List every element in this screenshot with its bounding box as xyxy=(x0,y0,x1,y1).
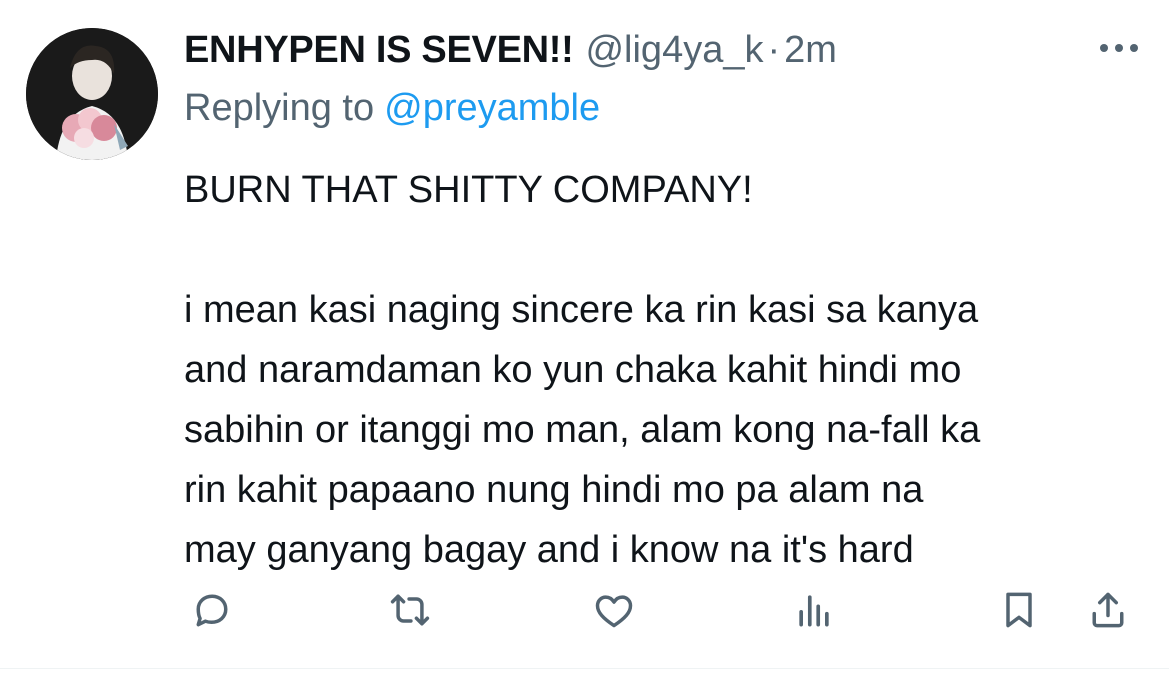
separator-dot: · xyxy=(767,29,781,71)
reply-button[interactable] xyxy=(184,582,240,638)
like-button[interactable] xyxy=(586,582,642,638)
views-button[interactable] xyxy=(786,582,842,638)
action-bar xyxy=(184,582,1144,638)
more-dots-icon xyxy=(1100,44,1138,52)
reply-mention-link[interactable]: @preyamble xyxy=(384,87,600,129)
divider xyxy=(0,668,1169,669)
tweet-line: and naramdaman ko yun chaka kahit hindi … xyxy=(184,349,962,391)
tweet[interactable]: ENHYPEN IS SEVEN!! @lig4ya_k · 2m Replyi… xyxy=(0,0,1169,676)
tweet-line: BURN THAT SHITTY COMPANY! xyxy=(184,169,753,211)
timestamp[interactable]: 2m xyxy=(784,22,837,78)
replying-prefix: Replying to xyxy=(184,87,375,129)
views-icon xyxy=(799,595,829,627)
like-icon xyxy=(595,595,633,628)
replying-to: Replying to @preyamble xyxy=(184,80,600,136)
tweet-line: may ganyang bagay and i know na it's har… xyxy=(184,529,914,571)
tweet-text: BURN THAT SHITTY COMPANY! i mean kasi na… xyxy=(184,160,1144,580)
tweet-line: rin kahit papaano nung hindi mo pa alam … xyxy=(184,469,924,511)
avatar[interactable] xyxy=(26,28,158,160)
bookmark-button[interactable] xyxy=(991,582,1047,638)
retweet-button[interactable] xyxy=(382,582,438,638)
avatar-photo xyxy=(26,28,158,160)
more-options-button[interactable] xyxy=(1094,28,1144,68)
reply-icon xyxy=(196,594,228,627)
tweet-line: i mean kasi naging sincere ka rin kasi s… xyxy=(184,289,979,331)
user-handle[interactable]: @lig4ya_k xyxy=(585,22,763,78)
share-button[interactable] xyxy=(1080,582,1136,638)
share-icon xyxy=(1092,592,1124,628)
display-name[interactable]: ENHYPEN IS SEVEN!! xyxy=(184,22,574,78)
bookmark-icon xyxy=(1006,592,1032,628)
tweet-line: sabihin or itanggi mo man, alam kong na-… xyxy=(184,409,981,451)
tweet-header: ENHYPEN IS SEVEN!! @lig4ya_k · 2m xyxy=(184,22,837,78)
retweet-icon xyxy=(390,594,430,626)
